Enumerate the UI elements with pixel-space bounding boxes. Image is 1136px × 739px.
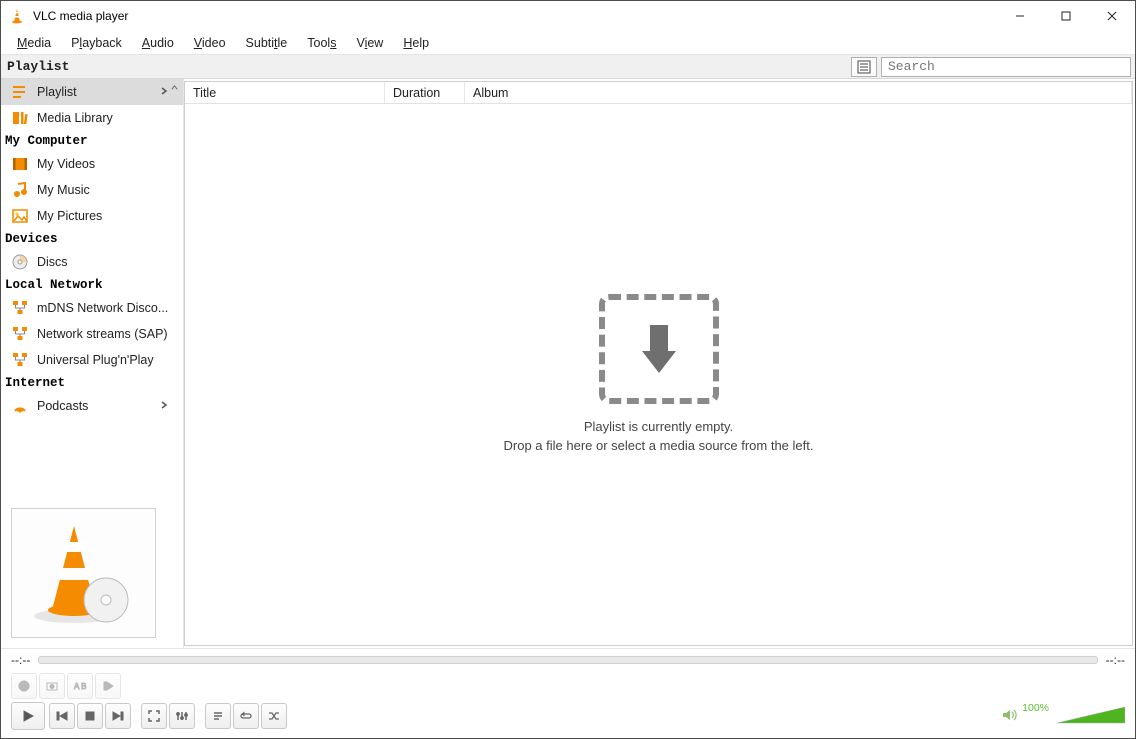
- sidebar-item-upnp[interactable]: Universal Plug'n'Play: [1, 347, 183, 373]
- titlebar: VLC media player: [1, 1, 1135, 31]
- maximize-button[interactable]: [1043, 1, 1089, 31]
- time-elapsed[interactable]: --:--: [11, 653, 30, 667]
- fullscreen-button[interactable]: [141, 703, 167, 729]
- time-remaining[interactable]: --:--: [1106, 653, 1125, 667]
- bottom-controls: --:-- --:-- A B: [1, 648, 1135, 738]
- speaker-icon[interactable]: [1002, 708, 1018, 725]
- playlist-main: Title Duration Album Playlist is current…: [184, 81, 1133, 646]
- sidebar-item-label: My Videos: [37, 157, 95, 171]
- album-art-placeholder: [11, 508, 156, 638]
- view-mode-toggle[interactable]: [851, 57, 877, 77]
- video-icon: [11, 155, 29, 173]
- drop-target-icon: [599, 294, 719, 404]
- menu-video[interactable]: Video: [184, 34, 236, 52]
- sidebar-item-playlist[interactable]: Playlist: [1, 79, 183, 105]
- sidebar-item-my-music[interactable]: My Music: [1, 177, 183, 203]
- atob-loop-button[interactable]: A B: [67, 673, 93, 699]
- shuffle-button[interactable]: [261, 703, 287, 729]
- menu-subtitle[interactable]: Subtitle: [236, 34, 298, 52]
- network-icon: [11, 299, 29, 317]
- sidebar-item-podcasts[interactable]: Podcasts: [1, 393, 183, 419]
- column-headers: Title Duration Album: [185, 82, 1132, 104]
- sidebar-item-mdns[interactable]: mDNS Network Disco...: [1, 295, 183, 321]
- stop-button[interactable]: [77, 703, 103, 729]
- pictures-icon: [11, 207, 29, 225]
- volume-percent: 100%: [1022, 702, 1049, 714]
- close-button[interactable]: [1089, 1, 1135, 31]
- menubar: Media Playback Audio Video Subtitle Tool…: [1, 31, 1135, 55]
- sidebar-item-discs[interactable]: Discs: [1, 249, 183, 275]
- sidebar-item-label: Podcasts: [37, 399, 88, 413]
- sidebar-section-local-network: Local Network: [1, 275, 183, 295]
- empty-line-1: Playlist is currently empty.: [584, 418, 733, 437]
- menu-help[interactable]: Help: [393, 34, 439, 52]
- sidebar-item-my-videos[interactable]: My Videos: [1, 151, 183, 177]
- next-button[interactable]: [105, 703, 131, 729]
- previous-button[interactable]: [49, 703, 75, 729]
- snapshot-button[interactable]: [39, 673, 65, 699]
- sidebar-scroll-up[interactable]: [166, 79, 183, 96]
- menu-view[interactable]: View: [346, 34, 393, 52]
- playlist-icon: [11, 83, 29, 101]
- secondary-toolbar: A B: [1, 671, 1135, 701]
- play-button[interactable]: [11, 702, 45, 730]
- playlist-header-strip: Playlist: [1, 55, 1135, 79]
- sidebar-item-label: My Pictures: [37, 209, 102, 223]
- column-title[interactable]: Title: [185, 82, 385, 103]
- loop-button[interactable]: [233, 703, 259, 729]
- seek-slider[interactable]: [38, 656, 1097, 664]
- sidebar-item-label: Discs: [37, 255, 68, 269]
- network-icon: [11, 325, 29, 343]
- menu-audio[interactable]: Audio: [132, 34, 184, 52]
- sidebar-item-label: mDNS Network Disco...: [37, 301, 168, 315]
- empty-line-2: Drop a file here or select a media sourc…: [504, 437, 814, 456]
- chevron-right-icon: [159, 399, 169, 413]
- extended-settings-button[interactable]: [169, 703, 195, 729]
- window-controls: [997, 1, 1135, 31]
- vlc-cone-icon: [9, 8, 25, 24]
- sidebar-item-sap[interactable]: Network streams (SAP): [1, 321, 183, 347]
- sidebar-item-media-library[interactable]: Media Library: [1, 105, 183, 131]
- minimize-button[interactable]: [997, 1, 1043, 31]
- podcast-icon: [11, 397, 29, 415]
- record-button[interactable]: [11, 673, 37, 699]
- album-art-panel: [1, 498, 183, 648]
- disc-icon: [11, 253, 29, 271]
- sidebar: Playlist Media Library My Computer My Vi…: [1, 79, 184, 648]
- music-icon: [11, 181, 29, 199]
- sidebar-item-label: Playlist: [37, 85, 77, 99]
- menu-media[interactable]: Media: [7, 34, 61, 52]
- media-library-icon: [11, 109, 29, 127]
- sidebar-item-label: My Music: [37, 183, 90, 197]
- window-title: VLC media player: [33, 9, 997, 23]
- frame-step-button[interactable]: [95, 673, 121, 699]
- sidebar-item-my-pictures[interactable]: My Pictures: [1, 203, 183, 229]
- volume-slider[interactable]: [1057, 707, 1125, 725]
- column-album[interactable]: Album: [465, 82, 1132, 103]
- sidebar-item-label: Media Library: [37, 111, 113, 125]
- playlist-strip-title: Playlist: [7, 59, 69, 74]
- sidebar-item-label: Universal Plug'n'Play: [37, 353, 154, 367]
- search-input[interactable]: [881, 57, 1131, 77]
- toggle-playlist-button[interactable]: [205, 703, 231, 729]
- sidebar-item-label: Network streams (SAP): [37, 327, 168, 341]
- sidebar-section-my-computer: My Computer: [1, 131, 183, 151]
- svg-text:A B: A B: [74, 682, 86, 691]
- menu-tools[interactable]: Tools: [297, 34, 346, 52]
- empty-playlist-dropzone[interactable]: Playlist is currently empty. Drop a file…: [185, 104, 1132, 645]
- menu-playback[interactable]: Playback: [61, 34, 132, 52]
- primary-toolbar: 100%: [1, 701, 1135, 731]
- sidebar-section-devices: Devices: [1, 229, 183, 249]
- network-icon: [11, 351, 29, 369]
- sidebar-section-internet: Internet: [1, 373, 183, 393]
- column-duration[interactable]: Duration: [385, 82, 465, 103]
